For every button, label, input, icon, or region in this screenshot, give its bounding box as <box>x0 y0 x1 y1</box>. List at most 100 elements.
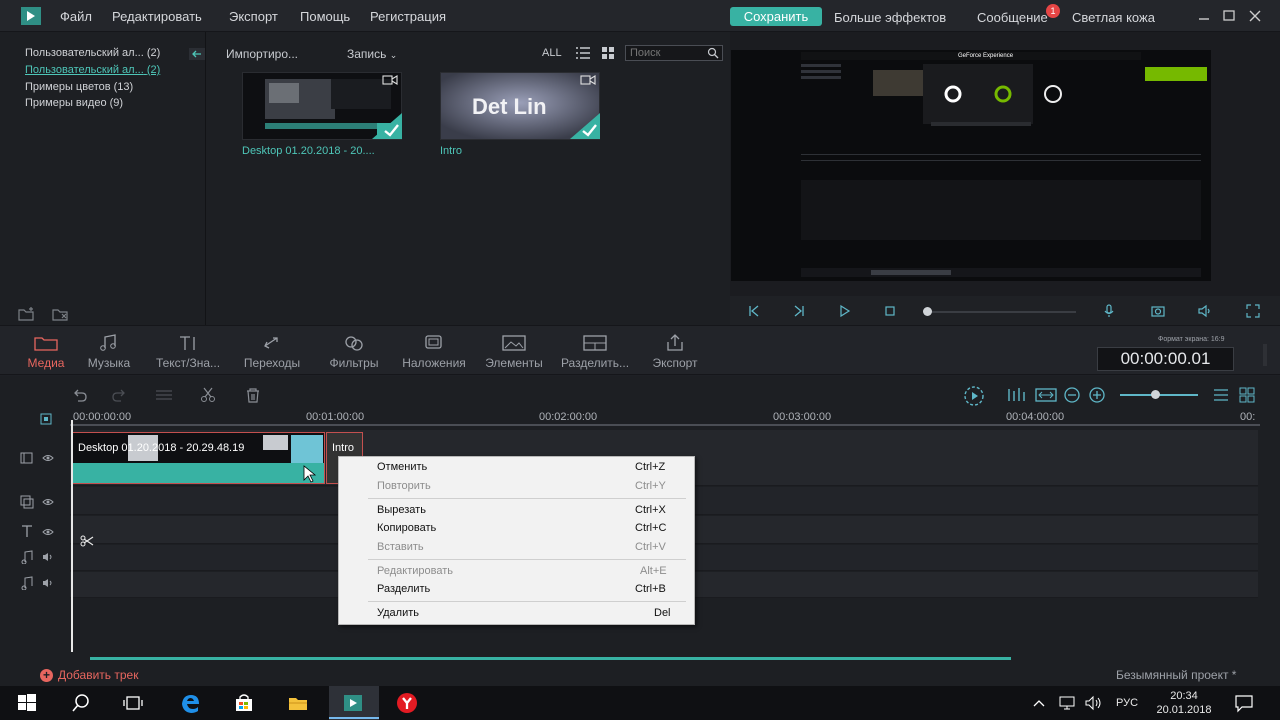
tool-transitions[interactable]: Переходы <box>232 334 312 370</box>
microphone-icon[interactable] <box>1101 303 1117 319</box>
menu-file[interactable]: Файл <box>60 9 92 24</box>
menu-undo[interactable]: Отменить <box>377 461 427 473</box>
menu-edit[interactable]: Редактировать <box>112 9 202 24</box>
list-menu-icon[interactable] <box>1213 387 1229 403</box>
stop-icon[interactable] <box>882 303 898 319</box>
windows-start-icon[interactable] <box>16 692 38 714</box>
speaker-icon[interactable] <box>42 553 54 561</box>
scroll-handle[interactable] <box>1263 344 1267 366</box>
video-clip-desktop[interactable]: Desktop 01.20.2018 - 20.29.48.19 <box>72 432 325 484</box>
fullscreen-icon[interactable] <box>1245 303 1261 319</box>
preview-screen <box>731 50 1211 281</box>
snap-magnet-icon[interactable] <box>40 413 52 425</box>
maximize-icon[interactable] <box>1221 8 1237 24</box>
import-dropdown[interactable]: Импортиро... <box>226 47 298 61</box>
clock-date: 20.01.2018 <box>1156 704 1212 716</box>
zoom-out-icon[interactable] <box>1064 387 1080 403</box>
snapshot-camera-icon[interactable] <box>1150 303 1166 319</box>
filmora-taskbar-icon[interactable] <box>342 692 364 714</box>
transitions-icon <box>264 337 278 349</box>
tool-music[interactable]: Музыка <box>69 334 149 370</box>
video-track-icon <box>20 451 34 465</box>
tool-elements[interactable]: Элементы <box>474 334 554 370</box>
ruler-tick-label: 00:03:00:00 <box>773 411 832 423</box>
collapse-arrow-icon[interactable] <box>189 48 205 60</box>
show-hidden-icons[interactable] <box>1032 697 1046 709</box>
menu-delete[interactable]: Удалить <box>377 607 419 619</box>
eye-icon[interactable] <box>42 528 54 536</box>
menu-export[interactable]: Экспорт <box>229 9 278 24</box>
messages-link[interactable]: Сообщение <box>977 10 1048 25</box>
playback-progress-track[interactable] <box>926 311 1076 313</box>
tool-split-screen[interactable]: Разделить... <box>555 334 635 370</box>
remove-folder-icon[interactable] <box>52 306 70 322</box>
adjust-icon[interactable] <box>155 387 173 403</box>
ruler-tick-label: 00: <box>1240 411 1256 423</box>
fit-timeline-icon[interactable] <box>1035 387 1057 403</box>
taskbar-search-icon[interactable] <box>70 692 92 714</box>
menu-edit-clip[interactable]: Редактировать <box>377 565 453 577</box>
search-icon[interactable] <box>707 47 719 59</box>
grid-view-icon[interactable] <box>601 46 615 60</box>
taskbar-clock[interactable]: 20:34 20.01.2018 <box>1150 689 1218 717</box>
playhead[interactable] <box>71 420 73 652</box>
timeline-horizontal-scrollbar[interactable] <box>90 657 1011 660</box>
folder-item[interactable]: Пользовательский ал... (2) <box>25 47 160 59</box>
close-icon[interactable] <box>1247 8 1263 24</box>
shortcut-redo: Ctrl+Y <box>635 480 666 492</box>
speaker-icon[interactable] <box>42 579 54 587</box>
edge-browser-icon[interactable] <box>179 692 201 714</box>
folder-item-color-samples[interactable]: Примеры цветов (13) <box>25 81 133 93</box>
menu-cut[interactable]: Вырезать <box>377 504 426 516</box>
list-view-icon[interactable] <box>575 46 591 60</box>
folder-item-video-samples[interactable]: Примеры видео (9) <box>25 97 123 109</box>
menu-register[interactable]: Регистрация <box>370 9 446 24</box>
filter-all[interactable]: ALL <box>542 47 562 59</box>
menu-help[interactable]: Помощь <box>300 9 350 24</box>
scissors-icon[interactable] <box>199 387 217 403</box>
zoom-in-icon[interactable] <box>1089 387 1105 403</box>
zoom-slider-handle[interactable] <box>1151 390 1160 399</box>
skip-back-icon[interactable] <box>746 303 762 319</box>
network-icon[interactable] <box>1058 695 1078 711</box>
add-folder-icon[interactable] <box>18 306 36 322</box>
tool-export[interactable]: Экспорт <box>635 334 715 370</box>
volume-tray-icon[interactable] <box>1084 695 1104 711</box>
eye-icon[interactable] <box>42 454 54 462</box>
play-icon[interactable] <box>836 303 852 319</box>
mouse-cursor-icon <box>303 465 317 483</box>
undo-icon[interactable] <box>70 387 88 403</box>
yandex-browser-icon[interactable] <box>396 692 418 714</box>
menu-copy[interactable]: Копировать <box>377 522 436 534</box>
redo-icon[interactable] <box>111 387 129 403</box>
language-indicator[interactable]: РУС <box>1116 697 1138 709</box>
theme-link[interactable]: Светлая кожа <box>1072 10 1155 25</box>
trash-icon[interactable] <box>244 387 262 403</box>
task-view-icon[interactable] <box>122 692 144 714</box>
render-preview-icon[interactable] <box>963 385 985 407</box>
step-forward-icon[interactable] <box>791 303 807 319</box>
minimize-icon[interactable] <box>1196 8 1212 24</box>
save-button[interactable]: Сохранить <box>730 7 822 26</box>
eye-icon[interactable] <box>42 498 54 506</box>
timeline-ruler[interactable] <box>70 424 1260 426</box>
store-icon[interactable] <box>233 692 255 714</box>
tool-overlays[interactable]: Наложения <box>394 334 474 370</box>
menu-paste[interactable]: Вставить <box>377 541 424 553</box>
audio-mixer-icon[interactable] <box>1006 387 1028 403</box>
tool-text[interactable]: Текст/Зна... <box>148 334 228 370</box>
menu-redo[interactable]: Повторить <box>377 480 431 492</box>
volume-icon[interactable] <box>1197 303 1213 319</box>
more-effects-link[interactable]: Больше эффектов <box>834 10 946 25</box>
file-explorer-icon[interactable] <box>287 692 309 714</box>
tool-filters[interactable]: Фильтры <box>314 334 394 370</box>
add-track-button[interactable]: + Добавить трек <box>40 668 138 682</box>
overlay-track-icon <box>20 495 34 509</box>
folder-item-selected[interactable]: Пользовательский ал... (2) <box>25 64 160 76</box>
record-dropdown[interactable]: Запись ⌄ <box>347 47 397 61</box>
playback-progress-handle[interactable] <box>923 307 932 316</box>
ruler-tick-label: 00:02:00:00 <box>539 411 598 423</box>
grid-layout-icon[interactable] <box>1239 387 1255 403</box>
notifications-icon[interactable] <box>1234 693 1254 713</box>
menu-split[interactable]: Разделить <box>377 583 430 595</box>
